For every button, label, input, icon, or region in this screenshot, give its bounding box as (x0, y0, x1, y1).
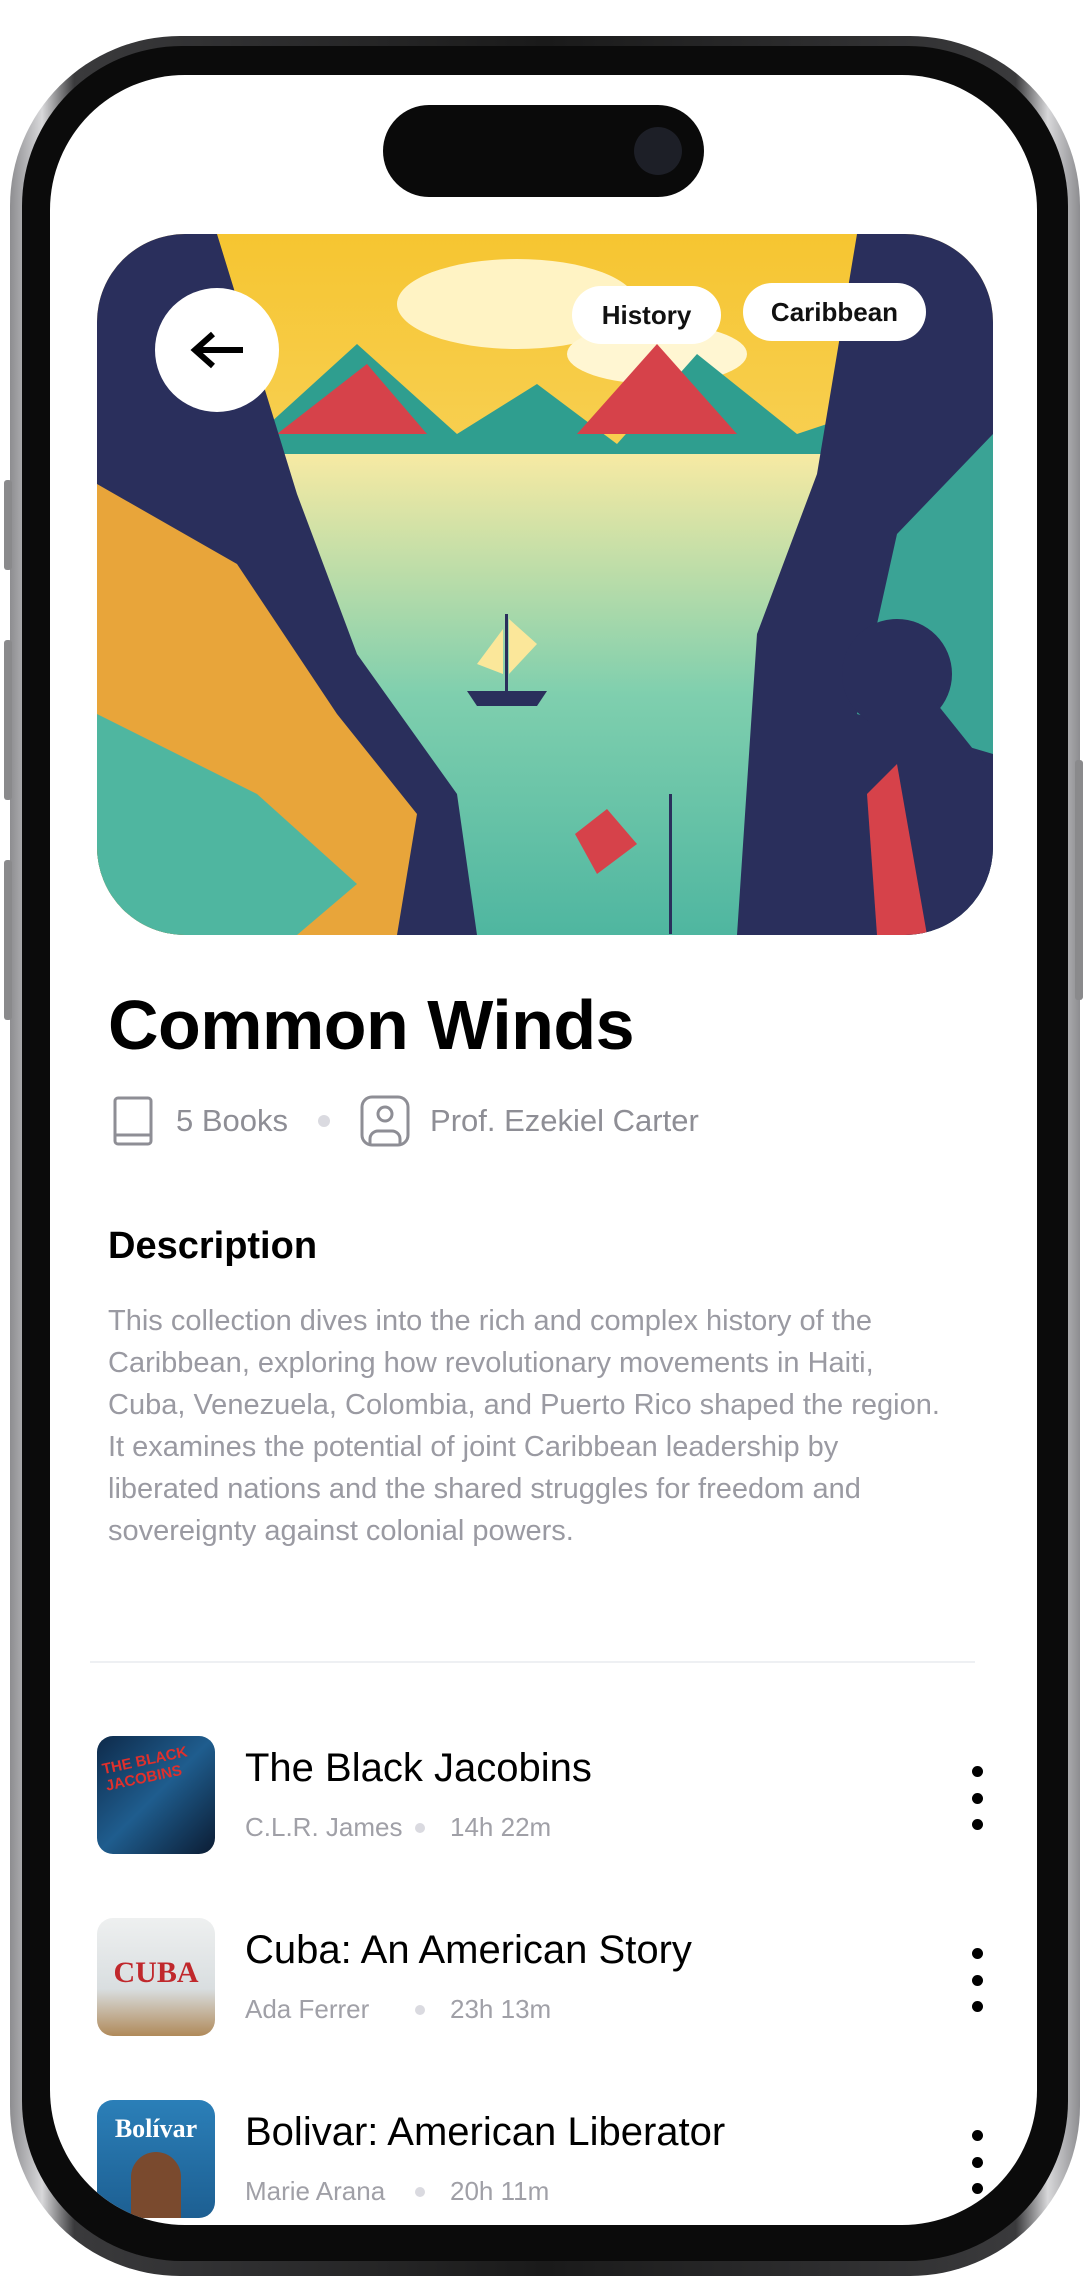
tag-history[interactable]: History (572, 286, 721, 344)
book-title: Bolivar: American Liberator (245, 2110, 726, 2154)
description-heading: Description (108, 1225, 318, 1267)
description-text: This collection dives into the rich and … (108, 1305, 940, 1547)
portrait (131, 2152, 181, 2218)
screen: History Caribbean Common Winds 5 Books P… (50, 75, 1037, 2225)
more-options-button[interactable] (957, 1766, 997, 1830)
user-icon (360, 1095, 410, 1147)
tag-caribbean[interactable]: Caribbean (743, 283, 926, 341)
book-icon (113, 1096, 153, 1146)
dynamic-island (383, 105, 704, 197)
action-button (4, 480, 12, 570)
book-title: The Black Jacobins (245, 1746, 592, 1790)
book-cover: CUBA (97, 1918, 215, 2036)
back-button[interactable] (155, 288, 279, 412)
book-meta: C.L.R. James 14h 22m (245, 1812, 551, 1843)
arrow-left-icon (190, 331, 243, 369)
divider (90, 1661, 975, 1663)
book-list-item[interactable]: THE BLACK JACOBINS The Black Jacobins C.… (97, 1736, 997, 1856)
collection-meta: 5 Books Prof. Ezekiel Carter (112, 1095, 699, 1147)
book-author: Ada Ferrer (245, 1994, 370, 2024)
book-duration: 20h 11m (450, 2176, 550, 2206)
book-cover: THE BLACK JACOBINS (97, 1736, 215, 1854)
book-duration: 23h 13m (450, 1994, 552, 2024)
book-duration: 14h 22m (450, 1812, 552, 1842)
book-meta: Ada Ferrer 23h 13m (245, 1994, 551, 2025)
book-author: Marie Arana (245, 2176, 386, 2206)
camera-icon (634, 127, 682, 175)
books-count: 5 Books (176, 1103, 289, 1138)
more-options-button[interactable] (957, 1948, 997, 2012)
power-button (1075, 760, 1083, 1000)
volume-down-button (4, 860, 12, 1020)
book-meta: Marie Arana 20h 11m (245, 2176, 549, 2207)
book-cover: Bolívar (97, 2100, 215, 2218)
cover-text: CUBA (113, 1956, 199, 1989)
cover-text: Bolívar (114, 2114, 198, 2143)
volume-up-button (4, 640, 12, 800)
collection-title: Common Winds (108, 986, 635, 1064)
separator-dot (415, 2186, 425, 2197)
book-list-item[interactable]: Bolívar Bolivar: American Liberator Mari… (97, 2100, 997, 2220)
separator-dot (318, 1115, 331, 1127)
separator-dot (415, 2004, 425, 2015)
separator-dot (415, 1822, 425, 1833)
book-list-item[interactable]: CUBA Cuba: An American Story Ada Ferrer 2… (97, 1918, 997, 2038)
book-author: C.L.R. James (245, 1812, 403, 1842)
book-title: Cuba: An American Story (245, 1928, 692, 1972)
cover-text: THE BLACK JACOBINS (100, 1743, 189, 1795)
more-options-button[interactable] (957, 2130, 997, 2194)
collection-author[interactable]: Prof. Ezekiel Carter (430, 1103, 699, 1139)
